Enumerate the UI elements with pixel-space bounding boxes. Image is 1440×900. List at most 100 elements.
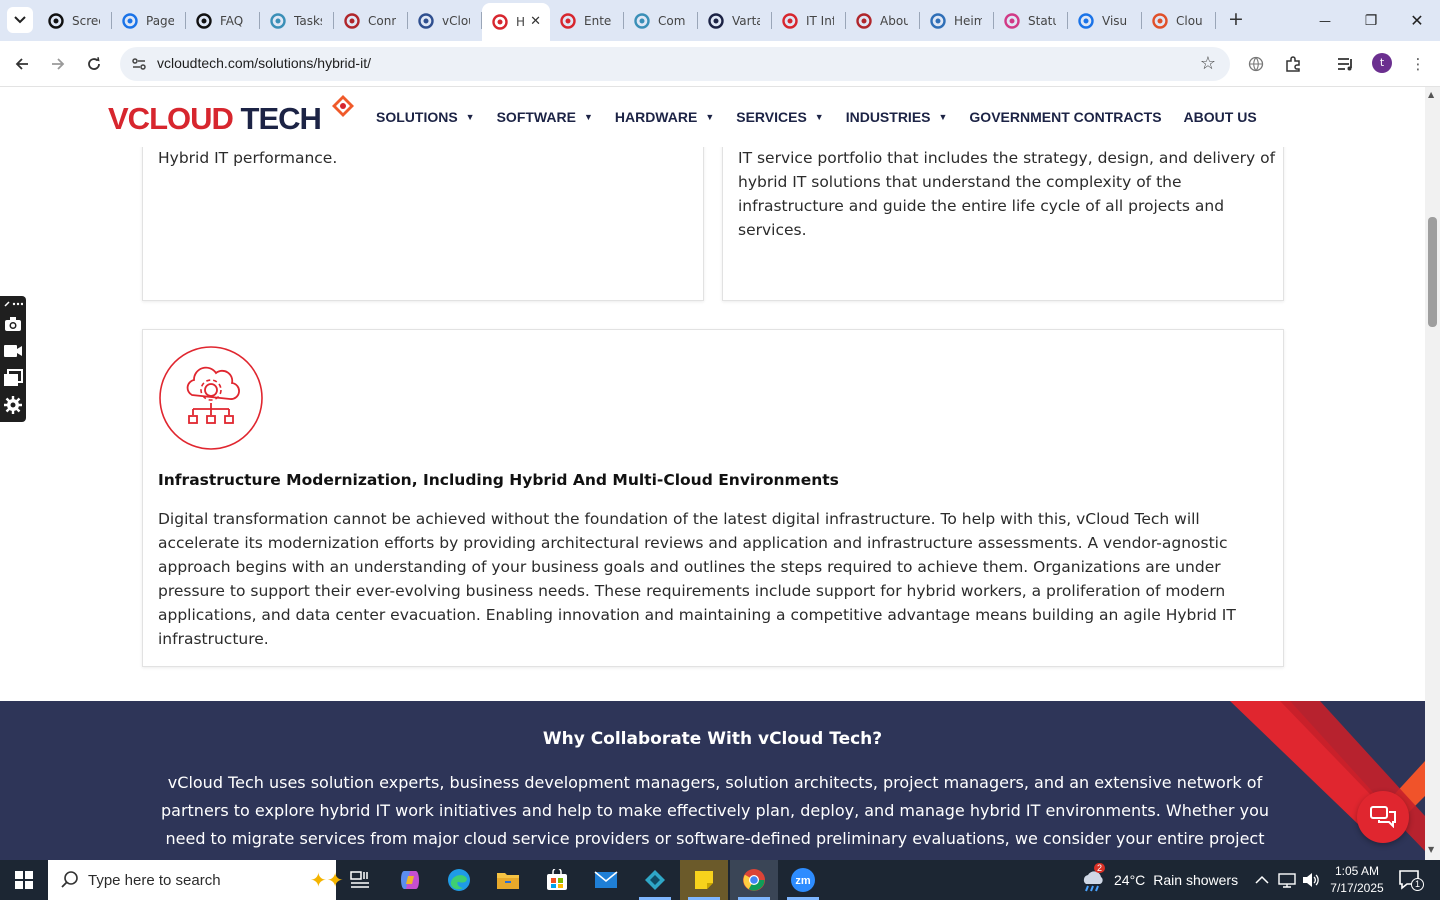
menu-kebab-icon[interactable]: ⋮	[1407, 53, 1429, 75]
tab-title: H	[516, 15, 524, 29]
browser-tab[interactable]: Varta	[698, 0, 772, 41]
camera-icon[interactable]	[3, 314, 23, 334]
sticky-notes-icon[interactable]	[680, 860, 728, 900]
weather-badge: 2	[1094, 863, 1106, 873]
network-icon[interactable]	[1278, 860, 1296, 900]
task-view-icon[interactable]	[336, 860, 384, 900]
card-body-text: Digital transformation cannot be achieve…	[158, 510, 1236, 648]
vcloud-tech-logo[interactable]: VCLOUD TECH	[108, 93, 358, 141]
x-logo-icon	[708, 12, 724, 29]
browser-tab[interactable]: Statu	[994, 0, 1068, 41]
close-tab-icon[interactable]: ✕	[530, 14, 541, 29]
translate-icon[interactable]	[1245, 53, 1267, 75]
media-control-icon[interactable]	[1335, 53, 1357, 75]
nav-item[interactable]: SOFTWARE ▼	[497, 109, 593, 125]
taskbar-search[interactable]: Type here to search ✦✦	[48, 860, 344, 900]
section-text: vCloud Tech uses solution experts, busin…	[160, 773, 1269, 860]
browser-tab[interactable]: Tasks	[260, 0, 334, 41]
system-clock[interactable]: 1:05 AM 7/17/2025	[1322, 863, 1392, 897]
gear-icon[interactable]	[3, 395, 23, 415]
recorder-toolbar	[0, 296, 26, 422]
show-hidden-icons[interactable]	[1255, 860, 1269, 900]
tab-list: ScreePageFAQTasksConnvClouH✕EnterComVart…	[38, 0, 1216, 41]
app-icon[interactable]	[631, 860, 679, 900]
store-icon[interactable]	[533, 860, 581, 900]
clock-time: 1:05 AM	[1334, 864, 1380, 878]
gallery-icon[interactable]	[3, 368, 23, 388]
url-text[interactable]: vcloudtech.com/solutions/hybrid-it/	[157, 55, 371, 71]
weather-widget[interactable]: 2 24°C Rain showers	[1080, 860, 1238, 900]
browser-tab[interactable]: Conn	[334, 0, 408, 41]
browser-tab[interactable]: Enter	[550, 0, 624, 41]
extensions-icon[interactable]	[1282, 53, 1304, 75]
nav-item[interactable]: HARDWARE ▼	[615, 109, 714, 125]
back-button[interactable]	[10, 52, 34, 76]
arrow-right-icon	[52, 58, 65, 70]
start-button[interactable]	[0, 860, 48, 900]
new-tab-button[interactable]: +	[1226, 10, 1246, 30]
bolt-icon	[1004, 12, 1020, 29]
browser-tab[interactable]: Heim	[920, 0, 994, 41]
profile-avatar[interactable]: t	[1372, 53, 1392, 73]
scales-icon	[930, 12, 946, 29]
close-icon: ✕	[1410, 11, 1424, 30]
minimize-button[interactable]: —	[1302, 0, 1348, 41]
browser-tab[interactable]: Clou	[1142, 0, 1216, 41]
browser-tab[interactable]: IT Inf	[772, 0, 846, 41]
reload-icon	[88, 57, 100, 70]
tab-title: Page	[146, 13, 174, 28]
scroll-thumb[interactable]	[1428, 217, 1437, 327]
forward-button[interactable]	[46, 52, 70, 76]
edge-icon[interactable]	[435, 860, 483, 900]
address-bar[interactable]: vcloudtech.com/solutions/hybrid-it/ ☆	[120, 47, 1230, 81]
file-explorer-icon[interactable]	[484, 860, 532, 900]
browser-tab[interactable]: Visu	[1068, 0, 1142, 41]
nav-item[interactable]: SERVICES ▼	[736, 109, 823, 125]
nav-item[interactable]: ABOUT US	[1184, 109, 1257, 125]
chat-button[interactable]	[1357, 791, 1409, 843]
volume-icon[interactable]	[1302, 860, 1320, 900]
nav-item[interactable]: GOVERNMENT CONTRACTS	[969, 109, 1161, 125]
windows-taskbar: Type here to search ✦✦ zm 2 24°C Rain sh…	[0, 860, 1440, 900]
vcloud-tag-icon	[560, 12, 576, 29]
browser-tab[interactable]: Page	[112, 0, 186, 41]
bookmark-star-icon[interactable]: ☆	[1200, 53, 1216, 74]
chrome-icon[interactable]	[730, 860, 778, 900]
windows-logo-icon	[15, 871, 33, 889]
site-info-icon[interactable]	[130, 55, 148, 73]
browser-tab[interactable]: Scree	[38, 0, 112, 41]
zoom-icon[interactable]: zm	[779, 860, 827, 900]
nav-item[interactable]: SOLUTIONS ▼	[376, 109, 475, 125]
scroll-down-arrow[interactable]: ▼	[1428, 845, 1434, 854]
browser-toolbar: vcloudtech.com/solutions/hybrid-it/ ☆ ⋮	[0, 41, 1440, 87]
vcloud-tag-icon	[492, 14, 508, 30]
notification-center[interactable]: 1	[1398, 868, 1424, 892]
weather-temp: 24°C	[1114, 872, 1146, 888]
browser-tab[interactable]: Abou	[846, 0, 920, 41]
maximize-button[interactable]: ❐	[1348, 0, 1394, 41]
browser-tab[interactable]: Com	[624, 0, 698, 41]
more-dots-icon[interactable]	[3, 298, 23, 310]
tab-search-button[interactable]	[7, 7, 33, 33]
reload-button[interactable]	[82, 52, 106, 76]
tab-title: vClou	[442, 13, 470, 28]
browser-tab[interactable]: FAQ	[186, 0, 260, 41]
caret-down-icon: ▼	[465, 112, 475, 122]
nav-item-label: SOLUTIONS	[376, 109, 458, 125]
minimize-icon: —	[1319, 13, 1331, 28]
scroll-up-arrow[interactable]: ▲	[1428, 90, 1434, 99]
mail-icon[interactable]	[582, 860, 630, 900]
tab-title: Heim	[954, 13, 982, 28]
nav-item[interactable]: INDUSTRIES ▼	[846, 109, 948, 125]
pinwheel-icon	[856, 12, 872, 29]
copilot-icon[interactable]	[386, 860, 434, 900]
chevron-up-icon	[1255, 875, 1269, 884]
search-placeholder: Type here to search	[88, 872, 221, 889]
video-camera-icon[interactable]	[3, 341, 23, 361]
browser-tab[interactable]: H ✕	[482, 3, 550, 41]
close-window-button[interactable]: ✕	[1394, 0, 1440, 41]
page-scrollbar[interactable]: ▲ ▼	[1425, 87, 1440, 860]
browser-tab[interactable]: vClou	[408, 0, 482, 41]
svg-text:zm: zm	[795, 875, 811, 887]
tab-title: Abou	[880, 13, 908, 28]
